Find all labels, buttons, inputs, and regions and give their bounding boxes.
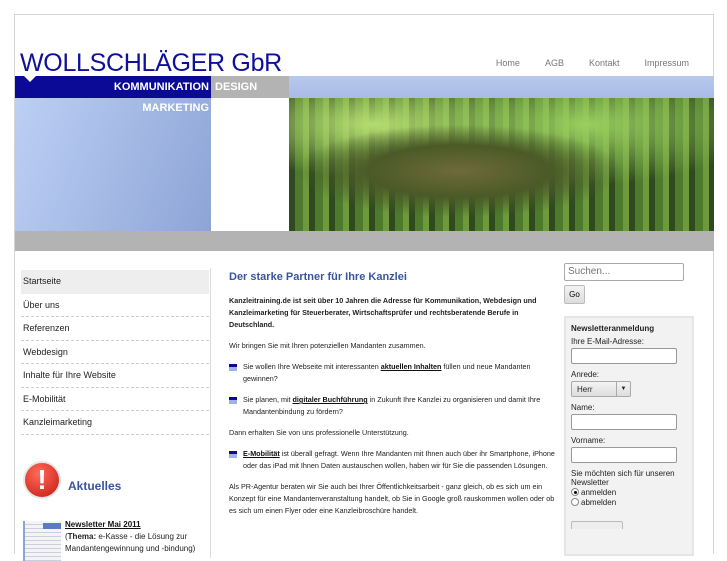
text: Sie planen, mit xyxy=(243,395,293,404)
intro-text: Kanzleitraining.de ist seit über 10 Jahr… xyxy=(229,296,537,329)
sidebar-nav: Startseite Über uns Referenzen Webdesign… xyxy=(21,270,209,435)
radio-anmelden[interactable]: anmelden xyxy=(571,488,687,497)
newsletter-link[interactable]: Newsletter Mai 2011 xyxy=(65,520,141,529)
vorname-field[interactable] xyxy=(571,446,677,463)
paragraph: Als PR-Agentur beraten wir Sie auch bei … xyxy=(229,482,555,515)
nav-kontakt[interactable]: Kontakt xyxy=(589,58,620,68)
news-item: Newsletter Mai 2011 (Thema: e-Kasse - die… xyxy=(65,520,196,553)
name-label: Name: xyxy=(571,402,595,412)
anrede-label: Anrede: xyxy=(571,369,600,379)
name-field[interactable] xyxy=(571,413,677,430)
sidebar-item-ueber-uns[interactable]: Über uns xyxy=(21,294,209,317)
radio-label: abmelden xyxy=(581,497,617,507)
header-strip xyxy=(289,76,714,98)
sidebar-item-referenzen[interactable]: Referenzen xyxy=(21,317,209,341)
sidebar-item-inhalte[interactable]: Inhalte für Ihre Website xyxy=(21,364,209,388)
bullet-icon xyxy=(229,451,237,458)
paragraph: Wir bringen Sie mit Ihren potenziellen M… xyxy=(229,341,426,350)
newsletter-thumbnail[interactable] xyxy=(23,521,61,561)
exclamation-icon: ! xyxy=(23,461,61,499)
tagline-design-band: DESIGN xyxy=(211,76,289,98)
nav-impressum[interactable]: Impressum xyxy=(644,58,689,68)
sidebar-item-e-mobilitaet[interactable]: E-Mobilität xyxy=(21,388,209,411)
submit-button[interactable] xyxy=(571,520,623,529)
page-container: WOLLSCHLÄGER GbR Home AGB Kontakt Impres… xyxy=(14,14,714,561)
list-item: Sie planen, mit digitaler Buchführung in… xyxy=(229,394,559,418)
tagline-panel: MARKETING xyxy=(15,98,211,231)
list-item: Sie wollen Ihre Webseite mit interessant… xyxy=(229,361,559,385)
list-item: E-Mobilität ist überall gefragt. Wenn Ih… xyxy=(229,448,559,472)
radio-unchecked-icon[interactable] xyxy=(571,498,579,506)
nav-agb[interactable]: AGB xyxy=(545,58,564,68)
search-go-button[interactable]: Go xyxy=(564,284,585,304)
newsletter-title: Newsletteranmeldung xyxy=(571,323,655,333)
e-mobilitaet-link[interactable]: E-Mobilität xyxy=(243,449,280,458)
page-title: Der starke Partner für Ihre Kanzlei xyxy=(229,271,407,283)
hero-forest-image xyxy=(289,98,714,231)
radio-abmelden[interactable]: abmelden xyxy=(571,498,687,507)
digitale-buchfuehrung-link[interactable]: digitaler Buchführung xyxy=(293,395,368,404)
tagline-band: KOMMUNIKATION xyxy=(15,76,211,98)
right-column: Go Newsletteranmeldung Ihre E-Mail-Adres… xyxy=(564,261,694,556)
text: Sie wollen Ihre Webseite mit interessant… xyxy=(243,362,381,371)
sidebar-item-kanzleimarketing[interactable]: Kanzleimarketing xyxy=(21,411,209,435)
divider-bar xyxy=(15,231,714,251)
vorname-label: Vorname: xyxy=(571,435,606,445)
chevron-down-icon: ▼ xyxy=(616,381,630,396)
search-input[interactable] xyxy=(564,262,684,281)
radio-checked-icon[interactable] xyxy=(571,488,579,496)
subscribe-question: Sie möchten sich für unseren Newsletter xyxy=(571,468,675,487)
anrede-value: Herr xyxy=(577,384,593,394)
notch-arrow-icon xyxy=(24,76,36,82)
bullet-icon xyxy=(229,364,237,371)
email-field[interactable] xyxy=(571,347,677,364)
top-navigation: Home AGB Kontakt Impressum xyxy=(496,58,689,68)
nav-home[interactable]: Home xyxy=(496,58,520,68)
aktuelle-inhalte-link[interactable]: aktuellen Inhalten xyxy=(381,362,442,371)
radio-label: anmelden xyxy=(581,487,617,497)
bullet-icon xyxy=(229,397,237,404)
sidebar-item-startseite[interactable]: Startseite xyxy=(21,270,209,294)
anrede-select[interactable]: Herr ▼ xyxy=(571,380,631,397)
aktuelles-title: Aktuelles xyxy=(68,479,122,493)
site-logo[interactable]: WOLLSCHLÄGER GbR xyxy=(20,49,282,78)
newsletter-form: Newsletteranmeldung Ihre E-Mail-Adresse:… xyxy=(564,315,694,556)
tagline-marketing: MARKETING xyxy=(142,102,209,114)
thema-label: Thema: xyxy=(67,532,97,541)
tagline-design: DESIGN xyxy=(215,81,258,93)
paragraph: Dann erhalten Sie von uns professionelle… xyxy=(229,428,409,437)
main-content: Der starke Partner für Ihre Kanzlei Kanz… xyxy=(229,271,559,526)
column-divider xyxy=(210,268,211,558)
tagline-kommunikation: KOMMUNIKATION xyxy=(113,81,209,93)
sidebar-item-webdesign[interactable]: Webdesign xyxy=(21,341,209,364)
email-label: Ihre E-Mail-Adresse: xyxy=(571,336,644,346)
text: ist überall gefragt. Wenn Ihre Mandanten… xyxy=(243,449,555,470)
